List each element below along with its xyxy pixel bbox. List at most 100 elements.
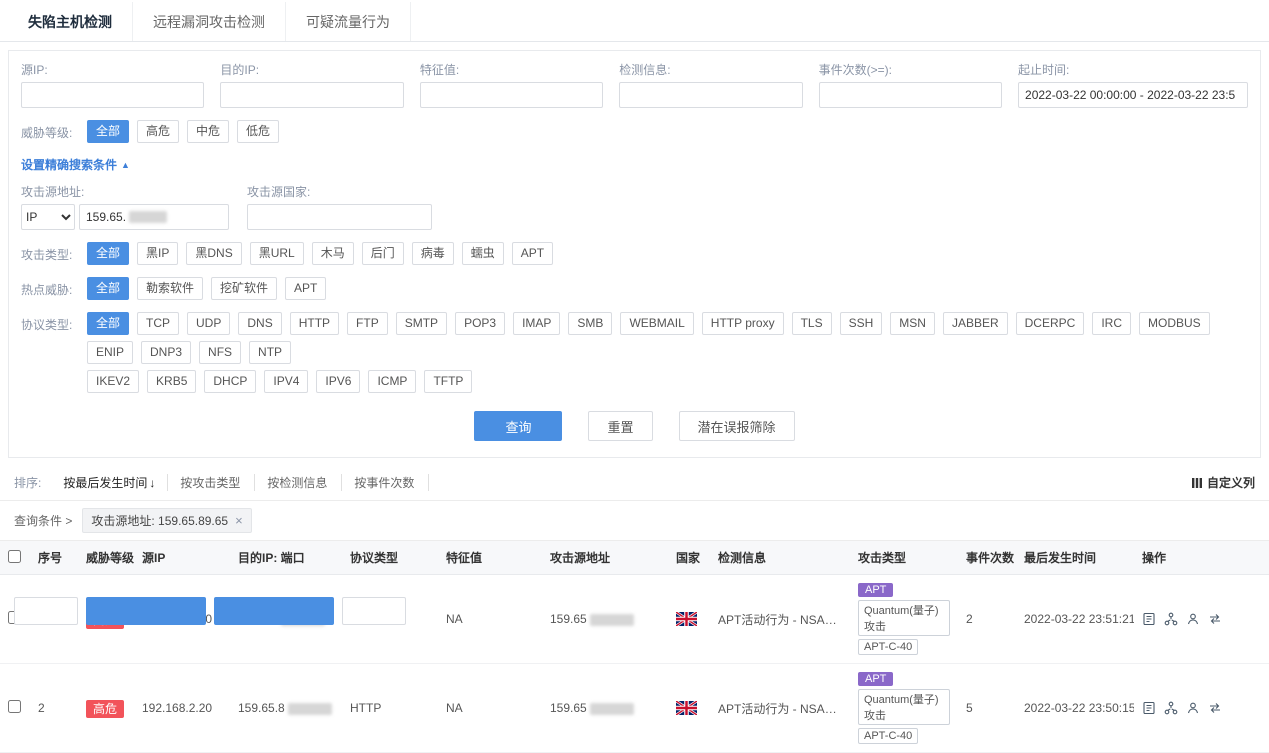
filter-option-chip[interactable]: 病毒 [412,242,454,265]
tab-suspicious-traffic[interactable]: 可疑流量行为 [286,2,411,41]
footer-button-1[interactable] [14,597,78,625]
filter-option-chip[interactable]: IPV4 [264,370,308,393]
filter-option-chip[interactable]: DNS [238,312,281,335]
filter-option-chip[interactable]: 全部 [87,120,129,143]
filter-option-chip[interactable]: IKEV2 [87,370,139,393]
filter-option-chip[interactable]: MSN [890,312,935,335]
filter-option-chip[interactable]: 木马 [312,242,354,265]
filter-option-chip[interactable]: POP3 [455,312,505,335]
filter-option-chip[interactable]: 蠕虫 [462,242,504,265]
false-positive-filter-button[interactable]: 潜在误报筛除 [679,411,795,441]
uk-flag-icon [676,701,697,715]
sort-option[interactable]: 按最后发生时间↓ [51,474,168,491]
filter-option-chip[interactable]: 低危 [237,120,279,143]
sort-option[interactable]: 按检测信息 [255,474,342,491]
filter-option-chip[interactable]: 黑DNS [186,242,241,265]
custom-columns-button[interactable]: 自定义列 [1191,474,1255,491]
filter-option-chip[interactable]: NTP [249,341,291,364]
src-ip-input[interactable] [21,82,204,108]
transfer-icon[interactable] [1208,612,1222,626]
footer-button-2[interactable] [86,597,206,625]
filter-option-chip[interactable]: SMB [568,312,612,335]
filter-option-chip[interactable]: HTTP proxy [702,312,784,335]
filter-option-chip[interactable]: 全部 [87,312,129,335]
reset-button[interactable]: 重置 [588,411,652,441]
filter-option-chip[interactable]: 全部 [87,277,129,300]
detail-icon[interactable] [1142,612,1156,626]
filter-option-chip[interactable]: SSH [840,312,883,335]
filter-option-chip[interactable]: UDP [187,312,230,335]
footer-button-3[interactable] [214,597,334,625]
filter-option-chip[interactable]: 勒索软件 [137,277,203,300]
protocol-row: 协议类型: 全部 TCP UDP DNS HTTP FTP SMTP POP3 … [21,312,1248,393]
filter-option-chip[interactable]: APT [512,242,553,265]
filter-option-chip[interactable]: DNP3 [141,341,191,364]
filter-option-chip[interactable]: 挖矿软件 [211,277,277,300]
sort-option[interactable]: 按事件次数 [342,474,429,491]
filter-option-chip[interactable]: ENIP [87,341,133,364]
footer-button-4[interactable] [342,597,406,625]
col-detection-info: 检测信息 [710,541,850,575]
src-ip-label: 源IP: [21,61,204,78]
topology-icon[interactable] [1164,701,1178,715]
filter-option-chip[interactable]: IMAP [513,312,560,335]
filter-option-chip[interactable]: 中危 [187,120,229,143]
src-ip-field: 源IP: [21,61,204,108]
last-time-cell: 2022-03-22 23:50:15 [1016,664,1134,753]
time-range-field: 起止时间: [1018,61,1248,108]
filter-option-chip[interactable]: 黑URL [250,242,304,265]
filter-option-chip[interactable]: APT [285,277,326,300]
filter-option-chip[interactable]: 高危 [137,120,179,143]
attack-country-input[interactable] [247,204,432,230]
event-count-input[interactable] [819,82,1002,108]
event-count-label: 事件次数(>=): [819,61,1002,78]
signature-input[interactable] [420,82,603,108]
dst-ip-input[interactable] [220,82,403,108]
filter-option-chip[interactable]: HTTP [290,312,339,335]
advanced-search-toggle[interactable]: 设置精确搜索条件 ▲ [21,156,130,173]
attack-type-cell: APT Quantum(量子)攻击 APT-C-40 [850,664,958,753]
filter-option-chip[interactable]: 后门 [362,242,404,265]
filter-option-chip[interactable]: NFS [199,341,241,364]
filter-option-chip[interactable]: TCP [137,312,179,335]
sort-option[interactable]: 按攻击类型 [168,474,255,491]
tab-remote-exploit-detection[interactable]: 远程漏洞攻击检测 [133,2,286,41]
user-track-icon[interactable] [1186,701,1200,715]
attack-source-type-select[interactable]: IP [21,204,75,230]
row-checkbox[interactable] [8,700,21,713]
tab-compromised-host-detection[interactable]: 失陷主机检测 [8,2,133,41]
uk-flag-icon [676,612,697,626]
filter-option-chip[interactable]: IRC [1092,312,1131,335]
topology-icon[interactable] [1164,612,1178,626]
filter-option-chip[interactable]: DHCP [204,370,256,393]
attack-source-ip-input[interactable]: 159.65. [79,204,229,230]
detail-icon[interactable] [1142,701,1156,715]
time-range-input[interactable] [1018,82,1248,108]
query-condition-text: 攻击源地址: 159.65.89.65 [91,512,228,529]
detection-info-cell: APT活动行为 - NSA量子... [710,664,850,753]
query-button[interactable]: 查询 [474,411,562,441]
user-track-icon[interactable] [1186,612,1200,626]
filter-option-chip[interactable]: FTP [347,312,388,335]
filter-option-chip[interactable]: TLS [792,312,832,335]
transfer-icon[interactable] [1208,701,1222,715]
filter-option-chip[interactable]: WEBMAIL [620,312,693,335]
filter-option-chip[interactable]: SMTP [396,312,447,335]
filter-option-chip[interactable]: JABBER [943,312,1008,335]
filter-option-chip[interactable]: TFTP [424,370,472,393]
filter-panel: 源IP: 目的IP: 特征值: 检测信息: 事件次数(>=): 起止时间: 威胁… [8,50,1261,458]
filter-option-chip[interactable]: KRB5 [147,370,196,393]
filter-option-chip[interactable]: 黑IP [137,242,178,265]
select-all-checkbox[interactable] [8,550,21,563]
filter-option-chip[interactable]: IPV6 [316,370,360,393]
filter-option-chip[interactable]: DCERPC [1016,312,1085,335]
attack-type-options: 全部 黑IP 黑DNS 黑URL 木马 后门 病毒 蠕虫 APT [87,242,1248,265]
redacted-text [590,703,634,715]
filter-option-chip[interactable]: 全部 [87,242,129,265]
filter-option-chip[interactable]: MODBUS [1139,312,1210,335]
col-index: 序号 [30,541,78,575]
hot-threat-row: 热点威胁: 全部 勒索软件 挖矿软件 APT [21,277,1248,300]
remove-condition-icon[interactable]: × [235,514,243,527]
filter-option-chip[interactable]: ICMP [368,370,416,393]
detection-info-input[interactable] [619,82,802,108]
